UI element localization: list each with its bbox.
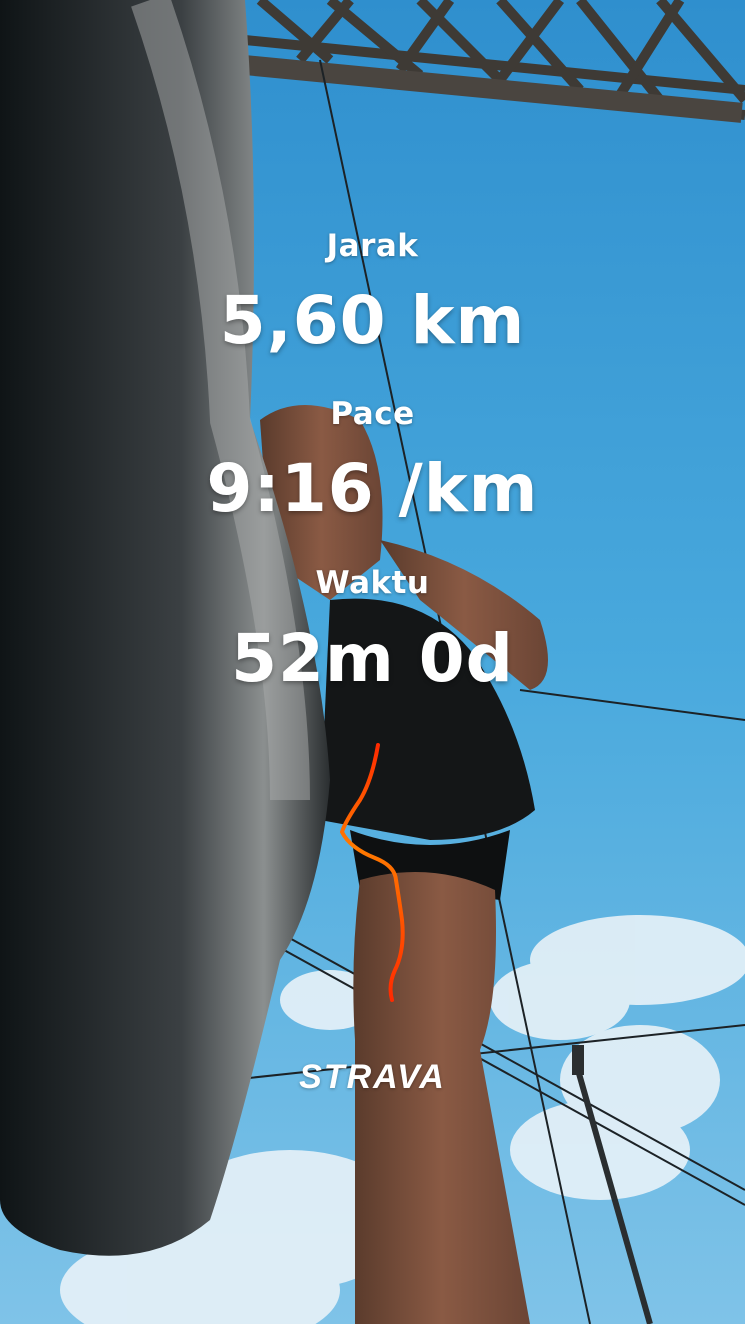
pace-label: Pace [330, 396, 415, 432]
distance-value: 5,60 km [219, 282, 526, 359]
activity-stats-overlay: Jarak 5,60 km Pace 9:16 /km Waktu 52m 0d… [0, 0, 745, 1324]
time-label: Waktu [315, 565, 430, 601]
pace-value: 9:16 /km [206, 450, 539, 527]
distance-label: Jarak [326, 228, 419, 264]
strava-logo: STRAVA [299, 1058, 446, 1096]
time-value: 52m 0d [231, 620, 514, 697]
